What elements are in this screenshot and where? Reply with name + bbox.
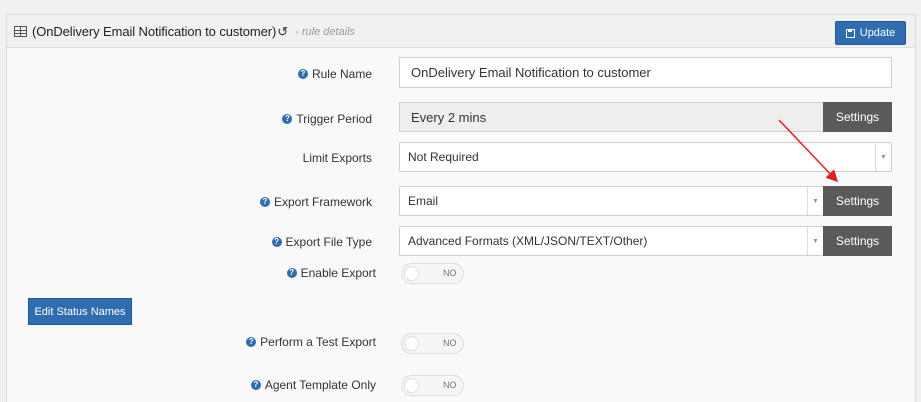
help-icon[interactable]: ? — [297, 69, 308, 79]
agent-template-only-toggle[interactable]: NO — [401, 375, 464, 396]
help-icon[interactable]: ? — [286, 268, 297, 278]
export-file-type-select[interactable]: Advanced Formats (XML/JSON/TEXT/Other) ▼ — [399, 226, 824, 256]
rule-name-input[interactable]: OnDelivery Email Notification to custome… — [399, 57, 892, 88]
update-button[interactable]: Update — [835, 21, 906, 45]
export-framework-value: Email — [408, 194, 439, 208]
panel-title: (OnDelivery Email Notification to custom… — [32, 24, 277, 39]
perform-test-export-toggle[interactable]: NO — [401, 333, 464, 354]
save-icon — [845, 28, 855, 38]
help-icon[interactable]: ? — [250, 380, 261, 390]
perform-test-export-label-text: Perform a Test Export — [260, 335, 376, 349]
export-framework-select[interactable]: Email ▼ — [399, 186, 824, 216]
perform-test-export-label: ? Perform a Test Export — [180, 334, 376, 350]
trigger-period-input: Every 2 mins — [399, 102, 824, 132]
limit-exports-label-text: Limit Exports — [302, 151, 372, 165]
limit-exports-value: Not Required — [408, 150, 479, 164]
help-icon[interactable]: ? — [271, 237, 282, 247]
limit-exports-label: Limit Exports — [200, 150, 372, 166]
agent-template-only-label-text: Agent Template Only — [264, 378, 376, 392]
toggle-knob — [404, 336, 419, 351]
export-file-type-value: Advanced Formats (XML/JSON/TEXT/Other) — [408, 234, 648, 248]
rule-details-subtitle: - rule details — [295, 25, 356, 38]
export-file-type-label-text: Export File Type — [285, 235, 372, 249]
rule-name-value: OnDelivery Email Notification to custome… — [411, 65, 651, 80]
trigger-period-value: Every 2 mins — [411, 109, 487, 125]
export-framework-settings-button[interactable]: Settings — [823, 186, 892, 216]
rule-name-label: ? Rule Name — [200, 66, 372, 82]
enable-export-label-text: Enable Export — [300, 266, 376, 280]
chevron-down-icon[interactable]: ▼ — [875, 143, 891, 171]
export-file-type-settings-button[interactable]: Settings — [823, 226, 892, 256]
trigger-period-label-text: Trigger Period — [296, 112, 372, 126]
limit-exports-select[interactable]: Not Required ▼ — [399, 142, 892, 172]
agent-template-only-state: NO — [443, 380, 457, 390]
enable-export-label: ? Enable Export — [200, 265, 376, 281]
table-icon — [14, 26, 27, 37]
help-icon[interactable]: ? — [246, 337, 257, 347]
toggle-knob — [404, 378, 419, 393]
export-framework-label-text: Export Framework — [273, 195, 372, 209]
chevron-down-icon[interactable]: ▼ — [807, 187, 823, 215]
help-icon[interactable]: ? — [282, 114, 293, 124]
trigger-period-settings-button[interactable]: Settings — [823, 102, 892, 132]
perform-test-export-state: NO — [443, 338, 457, 348]
panel-header: (OnDelivery Email Notification to custom… — [7, 15, 915, 48]
edit-status-names-button[interactable]: Edit Status Names — [28, 298, 132, 325]
chevron-down-icon[interactable]: ▼ — [807, 227, 823, 255]
rule-name-label-text: Rule Name — [311, 67, 372, 81]
agent-template-only-label: ? Agent Template Only — [180, 377, 376, 393]
help-icon[interactable]: ? — [259, 197, 270, 207]
trigger-period-label: ? Trigger Period — [200, 111, 372, 127]
update-button-label: Update — [859, 27, 896, 39]
history-icon[interactable]: ↺ — [277, 25, 288, 38]
enable-export-toggle[interactable]: NO — [401, 263, 464, 284]
enable-export-state: NO — [443, 268, 457, 278]
panel-title-group: (OnDelivery Email Notification to custom… — [14, 24, 355, 39]
toggle-knob — [404, 266, 419, 281]
export-framework-label: ? Export Framework — [200, 194, 372, 210]
export-file-type-label: ? Export File Type — [200, 234, 372, 250]
